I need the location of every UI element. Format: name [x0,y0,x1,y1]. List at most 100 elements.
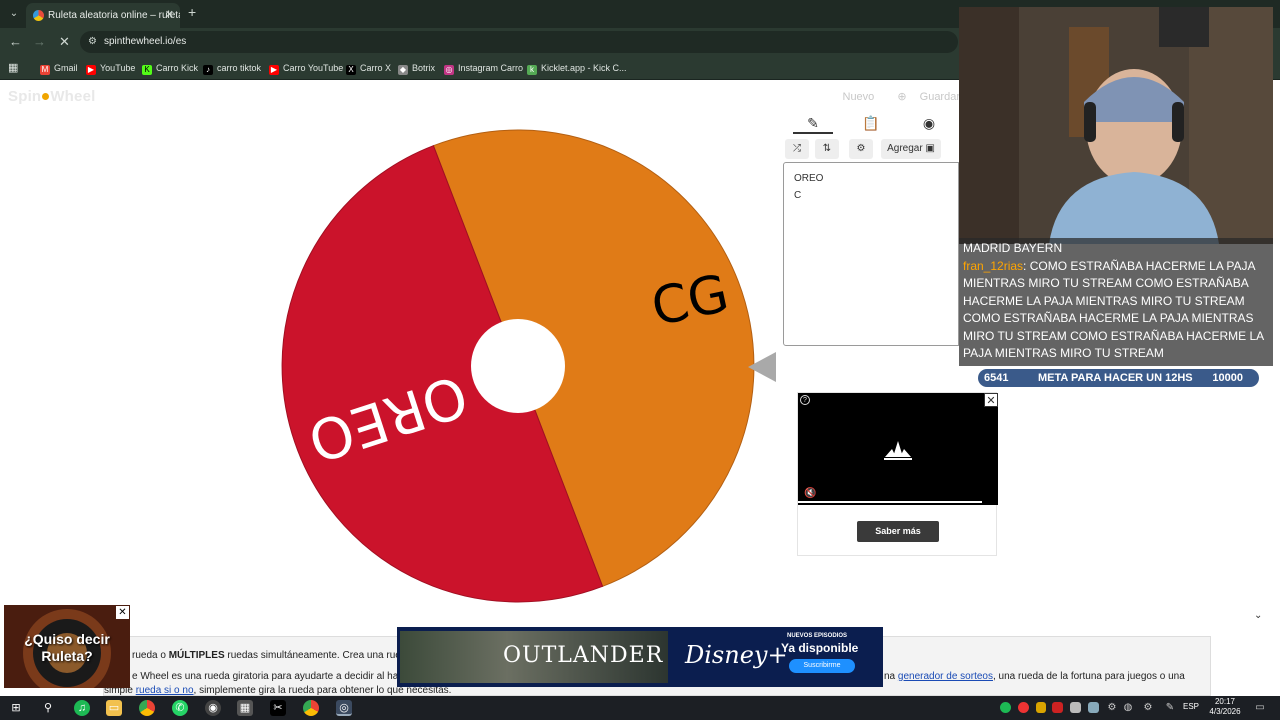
chevron-down-icon[interactable]: ⌄ [1254,610,1262,621]
new-tab-icon[interactable]: + [188,4,196,20]
subscribe-button[interactable]: Suscribirme [789,659,855,673]
tray-app-icon[interactable] [1018,702,1029,713]
gear-icon: ⚙ [856,143,866,154]
tray-shield-icon[interactable] [1036,702,1046,713]
youtube-icon: ▶ [86,65,96,75]
bookmark-kicklet[interactable]: k Kicklet.app - Kick C... [527,61,627,75]
video-progress [798,501,982,503]
ad-video[interactable]: ? ✕ 🔇 [798,393,998,505]
tray-steam-icon[interactable] [1088,702,1099,713]
save-button[interactable]: ⊕ Guardar [887,91,960,103]
goal-target: 10000 [1212,372,1243,384]
webcam-image [959,7,1273,244]
obs-icon[interactable]: ◉ [205,700,221,716]
tab-results[interactable]: 📋 [851,112,891,134]
store-icon[interactable]: ▦ [237,700,253,716]
language-indicator[interactable]: ESP [1183,702,1199,711]
sort-icon: ⇅ [822,143,832,154]
add-image-button[interactable]: Agregar ▣ [881,139,941,159]
chrome-icon[interactable] [139,700,155,716]
close-ad-icon[interactable]: ✕ [984,393,998,407]
back-icon[interactable]: ← [9,34,22,49]
wheel[interactable]: CG OREO [280,128,756,604]
chrome-active-icon[interactable]: ◎ [336,700,352,716]
disney-plus-logo: Disney+ [685,641,788,669]
stop-loading-icon[interactable]: ✕ [59,34,70,50]
chrome-icon[interactable] [303,700,319,716]
yes-no-wheel-link[interactable]: rueda si o no [136,685,194,696]
stream-chat: MADRID BAYERN fran_12rias: COMO ESTRAÑAB… [959,238,1273,366]
new-button[interactable]: Nuevo [843,91,875,103]
x-icon: X [346,65,356,75]
url-field[interactable]: ⚙ spinthewheel.io/es [80,31,958,53]
top-nav: Nuevo ⊕ Guardar [833,90,961,103]
sort-button[interactable]: ⇅ [815,139,839,159]
roulette-ad[interactable]: ¿Quiso decir Ruleta? ✕ [4,605,130,688]
whatsapp-icon[interactable]: ✆ [172,700,188,716]
learn-more-button[interactable]: Saber más [857,521,939,542]
save-icon: ⊕ [897,91,910,103]
bookmark-gmail[interactable]: M Gmail [40,61,78,75]
help-icon[interactable]: ? [800,395,810,405]
disney-banner-ad[interactable]: OUTLANDER Disney+ NUEVOS EPISODIOS Ya di… [397,627,883,687]
spotify-icon[interactable]: ♫ [74,700,90,716]
entry-line: OREO [794,173,824,184]
settings-button[interactable]: ⚙ [849,139,873,159]
wheel-center [471,319,565,413]
botrix-icon: ◆ [398,65,408,75]
shuffle-button[interactable]: ⤮ [785,139,809,159]
tray-gear-icon[interactable]: ⚙ [1104,700,1120,716]
chat-text: : COMO ESTRAÑABA HACERME LA PAJA MIENTRA… [963,258,1264,361]
tray-bluetooth-icon[interactable]: ⚙ [1140,700,1156,716]
site-info-icon[interactable]: ⚙ [88,31,97,53]
tab-active[interactable]: Ruleta aleatoria online – ruleta ✕ [26,3,180,28]
windows-start-icon[interactable]: ⊞ [8,700,24,716]
goal-text: META PARA HACER UN 12HS [1038,372,1193,384]
bookmark-carro-youtube[interactable]: ▶ Carro YouTube [269,61,343,75]
bookmark-carro-kick[interactable]: K Carro Kick [142,61,198,75]
banner-available: Ya disponible [781,641,859,655]
chat-username: fran_12rias [963,258,1024,273]
bookmark-botrix[interactable]: ◆ Botrix [398,61,435,75]
tray-network-icon[interactable]: ◍ [1120,700,1136,716]
instagram-icon: ◎ [444,65,454,75]
entries-textarea[interactable]: OREO C [783,162,959,346]
clock[interactable]: 20:17 4/3/2026 [1205,697,1245,717]
bookmark-carro-x[interactable]: X Carro X [346,61,391,75]
clipboard-icon: 📋 [862,115,880,131]
url-text: spinthewheel.io/es [104,36,187,47]
wheel-pointer [748,352,776,382]
notifications-icon[interactable]: ▭ [1252,700,1268,716]
logo-dot [42,93,50,100]
site-logo[interactable]: Spin Wheel [8,88,96,105]
gmail-icon: M [40,65,50,75]
kick-icon: K [142,65,152,75]
clock-time: 20:17 [1214,697,1236,706]
mute-icon[interactable]: 🔇 [804,488,816,499]
close-tab-icon[interactable]: ✕ [165,3,174,28]
adidas-logo-icon [884,441,912,460]
forward-icon[interactable]: → [33,34,46,49]
video-ad: ? ✕ 🔇 Saber más [797,392,998,556]
bookmark-instagram-carro[interactable]: ◎ Instagram Carro [444,61,523,75]
tab-edit-entries[interactable]: ✎ [793,112,833,134]
youtube-icon: ▶ [269,65,279,75]
capcut-icon[interactable]: ✂ [270,700,286,716]
tab-hide[interactable]: ◉ [909,112,949,134]
close-ad-icon[interactable]: ✕ [116,606,129,619]
raffle-generator-link[interactable]: generador de sorteos [898,671,993,682]
file-explorer-icon[interactable]: ▭ [106,700,122,716]
image-icon: ▣ [925,143,935,154]
tab-search-icon[interactable]: ⌄ [6,6,22,22]
shuffle-icon: ⤮ [793,143,801,154]
clock-date: 4/3/2026 [1209,707,1241,716]
tray-spotify-icon[interactable] [1000,702,1011,713]
tray-pen-icon[interactable]: ✎ [1162,700,1178,716]
search-icon[interactable]: ⚲ [40,700,56,716]
bookmark-youtube[interactable]: ▶ YouTube [86,61,135,75]
tray-app-icon[interactable] [1070,702,1081,713]
kicklet-icon: k [527,65,537,75]
apps-icon[interactable]: ▦ [8,61,18,75]
bookmark-carro-tiktok[interactable]: ♪ carro tiktok [203,61,261,75]
tray-app-icon[interactable] [1052,702,1063,713]
